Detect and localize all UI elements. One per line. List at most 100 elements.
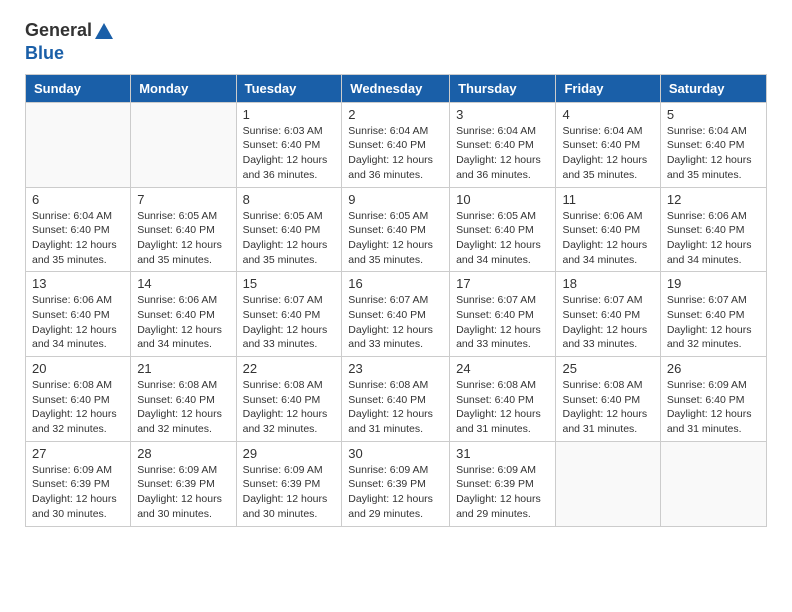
day-of-week-header: Sunday xyxy=(26,74,131,102)
calendar-cell: 3 Sunrise: 6:04 AMSunset: 6:40 PMDaylight… xyxy=(450,102,556,187)
calendar-week-row: 13 Sunrise: 6:06 AMSunset: 6:40 PMDayligh… xyxy=(26,272,767,357)
day-number: 31 xyxy=(456,446,549,461)
cell-info: Sunrise: 6:04 AMSunset: 6:40 PMDaylight:… xyxy=(562,124,653,183)
cell-info: Sunrise: 6:08 AMSunset: 6:40 PMDaylight:… xyxy=(456,378,549,437)
calendar-cell: 26 Sunrise: 6:09 AMSunset: 6:40 PMDayligh… xyxy=(660,357,766,442)
logo-icon xyxy=(93,21,115,43)
calendar-cell: 12 Sunrise: 6:06 AMSunset: 6:40 PMDayligh… xyxy=(660,187,766,272)
day-number: 18 xyxy=(562,276,653,291)
cell-info: Sunrise: 6:04 AMSunset: 6:40 PMDaylight:… xyxy=(348,124,443,183)
cell-info: Sunrise: 6:08 AMSunset: 6:40 PMDaylight:… xyxy=(348,378,443,437)
cell-info: Sunrise: 6:06 AMSunset: 6:40 PMDaylight:… xyxy=(32,293,124,352)
calendar-cell xyxy=(26,102,131,187)
calendar-cell: 8 Sunrise: 6:05 AMSunset: 6:40 PMDaylight… xyxy=(236,187,342,272)
cell-info: Sunrise: 6:05 AMSunset: 6:40 PMDaylight:… xyxy=(456,209,549,268)
calendar-cell: 6 Sunrise: 6:04 AMSunset: 6:40 PMDaylight… xyxy=(26,187,131,272)
day-number: 11 xyxy=(562,192,653,207)
day-number: 6 xyxy=(32,192,124,207)
cell-info: Sunrise: 6:06 AMSunset: 6:40 PMDaylight:… xyxy=(667,209,760,268)
calendar-cell: 30Sunrise: 6:09 AMSunset: 6:39 PMDayligh… xyxy=(342,441,450,526)
day-number: 24 xyxy=(456,361,549,376)
logo-text: General Blue xyxy=(25,20,116,64)
day-number: 3 xyxy=(456,107,549,122)
calendar-week-row: 6 Sunrise: 6:04 AMSunset: 6:40 PMDaylight… xyxy=(26,187,767,272)
day-number: 1 xyxy=(243,107,336,122)
calendar-cell: 17Sunrise: 6:07 AMSunset: 6:40 PMDayligh… xyxy=(450,272,556,357)
day-of-week-header: Monday xyxy=(131,74,236,102)
calendar-cell: 2 Sunrise: 6:04 AMSunset: 6:40 PMDaylight… xyxy=(342,102,450,187)
day-number: 28 xyxy=(137,446,229,461)
calendar-cell: 1Sunrise: 6:03 AMSunset: 6:40 PMDaylight… xyxy=(236,102,342,187)
cell-info: Sunrise: 6:05 AMSunset: 6:40 PMDaylight:… xyxy=(243,209,336,268)
day-number: 22 xyxy=(243,361,336,376)
calendar-cell: 27 Sunrise: 6:09 AMSunset: 6:39 PMDayligh… xyxy=(26,441,131,526)
calendar-cell: 20 Sunrise: 6:08 AMSunset: 6:40 PMDayligh… xyxy=(26,357,131,442)
day-number: 7 xyxy=(137,192,229,207)
calendar-cell: 19 Sunrise: 6:07 AMSunset: 6:40 PMDayligh… xyxy=(660,272,766,357)
day-number: 17 xyxy=(456,276,549,291)
calendar-cell xyxy=(556,441,660,526)
day-number: 14 xyxy=(137,276,229,291)
calendar-week-row: 1Sunrise: 6:03 AMSunset: 6:40 PMDaylight… xyxy=(26,102,767,187)
day-of-week-header: Saturday xyxy=(660,74,766,102)
day-number: 8 xyxy=(243,192,336,207)
calendar-cell: 5Sunrise: 6:04 AMSunset: 6:40 PMDaylight… xyxy=(660,102,766,187)
cell-info: Sunrise: 6:06 AMSunset: 6:40 PMDaylight:… xyxy=(562,209,653,268)
calendar-cell: 15Sunrise: 6:07 AMSunset: 6:40 PMDayligh… xyxy=(236,272,342,357)
calendar-cell: 10 Sunrise: 6:05 AMSunset: 6:40 PMDayligh… xyxy=(450,187,556,272)
day-number: 16 xyxy=(348,276,443,291)
calendar-cell: 23Sunrise: 6:08 AMSunset: 6:40 PMDayligh… xyxy=(342,357,450,442)
logo-general: General xyxy=(25,20,92,40)
cell-info: Sunrise: 6:09 AMSunset: 6:39 PMDaylight:… xyxy=(456,463,549,522)
cell-info: Sunrise: 6:06 AMSunset: 6:40 PMDaylight:… xyxy=(137,293,229,352)
day-number: 4 xyxy=(562,107,653,122)
calendar-cell: 28 Sunrise: 6:09 AMSunset: 6:39 PMDayligh… xyxy=(131,441,236,526)
calendar-header-row: SundayMondayTuesdayWednesdayThursdayFrid… xyxy=(26,74,767,102)
logo-blue: Blue xyxy=(25,43,64,63)
day-number: 9 xyxy=(348,192,443,207)
day-number: 19 xyxy=(667,276,760,291)
cell-info: Sunrise: 6:08 AMSunset: 6:40 PMDaylight:… xyxy=(32,378,124,437)
calendar-cell: 14 Sunrise: 6:06 AMSunset: 6:40 PMDayligh… xyxy=(131,272,236,357)
day-number: 13 xyxy=(32,276,124,291)
calendar-cell: 11 Sunrise: 6:06 AMSunset: 6:40 PMDayligh… xyxy=(556,187,660,272)
cell-info: Sunrise: 6:04 AMSunset: 6:40 PMDaylight:… xyxy=(456,124,549,183)
calendar-body: 1Sunrise: 6:03 AMSunset: 6:40 PMDaylight… xyxy=(26,102,767,526)
cell-info: Sunrise: 6:08 AMSunset: 6:40 PMDaylight:… xyxy=(562,378,653,437)
calendar-cell: 29Sunrise: 6:09 AMSunset: 6:39 PMDayligh… xyxy=(236,441,342,526)
calendar-week-row: 20 Sunrise: 6:08 AMSunset: 6:40 PMDayligh… xyxy=(26,357,767,442)
calendar-cell: 13 Sunrise: 6:06 AMSunset: 6:40 PMDayligh… xyxy=(26,272,131,357)
day-number: 2 xyxy=(348,107,443,122)
cell-info: Sunrise: 6:09 AMSunset: 6:40 PMDaylight:… xyxy=(667,378,760,437)
cell-info: Sunrise: 6:04 AMSunset: 6:40 PMDaylight:… xyxy=(667,124,760,183)
calendar-table: SundayMondayTuesdayWednesdayThursdayFrid… xyxy=(25,74,767,527)
day-number: 20 xyxy=(32,361,124,376)
day-number: 10 xyxy=(456,192,549,207)
cell-info: Sunrise: 6:07 AMSunset: 6:40 PMDaylight:… xyxy=(667,293,760,352)
day-of-week-header: Thursday xyxy=(450,74,556,102)
cell-info: Sunrise: 6:08 AMSunset: 6:40 PMDaylight:… xyxy=(137,378,229,437)
calendar-cell: 4 Sunrise: 6:04 AMSunset: 6:40 PMDaylight… xyxy=(556,102,660,187)
calendar-cell xyxy=(131,102,236,187)
cell-info: Sunrise: 6:07 AMSunset: 6:40 PMDaylight:… xyxy=(243,293,336,352)
cell-info: Sunrise: 6:09 AMSunset: 6:39 PMDaylight:… xyxy=(32,463,124,522)
day-number: 12 xyxy=(667,192,760,207)
day-number: 21 xyxy=(137,361,229,376)
calendar-cell: 24 Sunrise: 6:08 AMSunset: 6:40 PMDayligh… xyxy=(450,357,556,442)
cell-info: Sunrise: 6:07 AMSunset: 6:40 PMDaylight:… xyxy=(348,293,443,352)
calendar-cell: 7Sunrise: 6:05 AMSunset: 6:40 PMDaylight… xyxy=(131,187,236,272)
calendar-cell: 21 Sunrise: 6:08 AMSunset: 6:40 PMDayligh… xyxy=(131,357,236,442)
day-number: 25 xyxy=(562,361,653,376)
calendar-cell: 18 Sunrise: 6:07 AMSunset: 6:40 PMDayligh… xyxy=(556,272,660,357)
day-of-week-header: Friday xyxy=(556,74,660,102)
cell-info: Sunrise: 6:04 AMSunset: 6:40 PMDaylight:… xyxy=(32,209,124,268)
day-of-week-header: Tuesday xyxy=(236,74,342,102)
cell-info: Sunrise: 6:08 AMSunset: 6:40 PMDaylight:… xyxy=(243,378,336,437)
day-number: 27 xyxy=(32,446,124,461)
calendar-week-row: 27 Sunrise: 6:09 AMSunset: 6:39 PMDayligh… xyxy=(26,441,767,526)
day-number: 26 xyxy=(667,361,760,376)
cell-info: Sunrise: 6:07 AMSunset: 6:40 PMDaylight:… xyxy=(562,293,653,352)
calendar-cell: 9Sunrise: 6:05 AMSunset: 6:40 PMDaylight… xyxy=(342,187,450,272)
calendar-cell: 31 Sunrise: 6:09 AMSunset: 6:39 PMDayligh… xyxy=(450,441,556,526)
cell-info: Sunrise: 6:09 AMSunset: 6:39 PMDaylight:… xyxy=(137,463,229,522)
